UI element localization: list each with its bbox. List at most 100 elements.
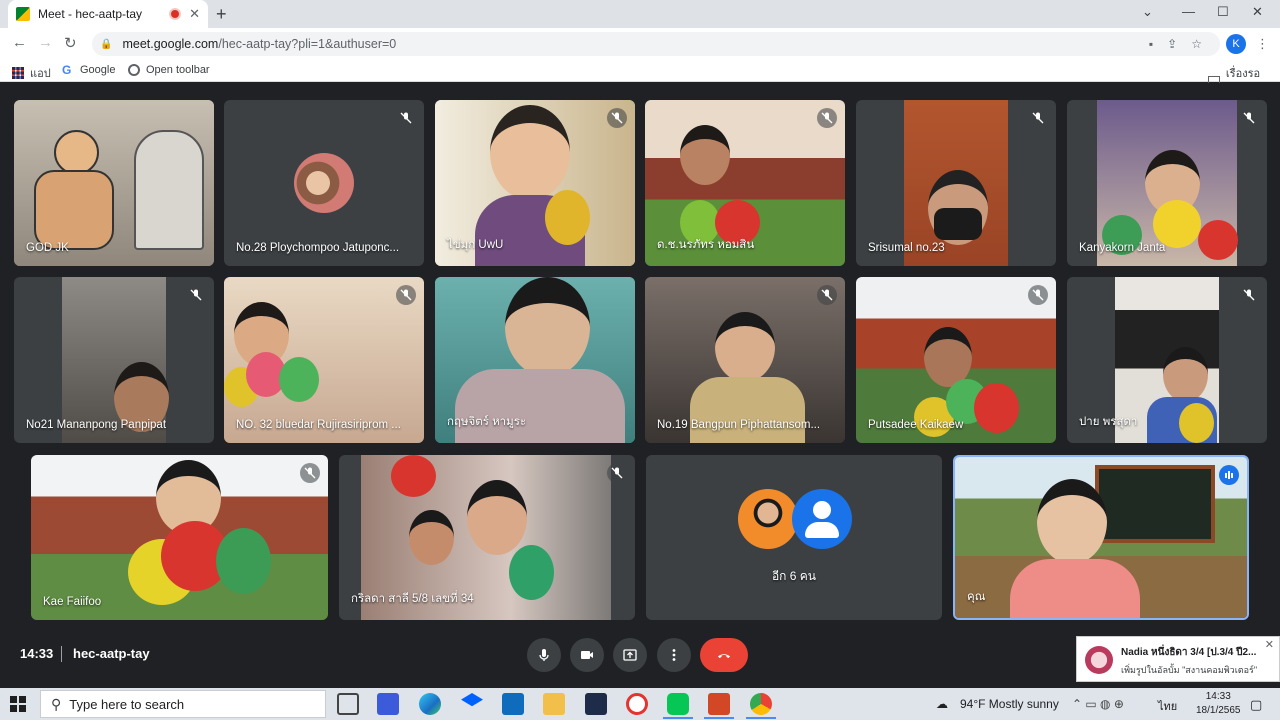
participant-name: กฤษจิตร์ หามูระ <box>447 416 527 428</box>
chrome-menu-icon[interactable]: ⋮ <box>1256 36 1269 52</box>
participant-face <box>467 480 527 555</box>
participant-name: NO. 32 bluedar Rujirasiriprom ... <box>236 419 401 431</box>
participant-tile[interactable]: Kanyakorn Janta <box>1067 100 1267 266</box>
windows-start-icon[interactable] <box>10 696 26 712</box>
app-icon[interactable] <box>626 693 648 715</box>
back-icon[interactable]: ← <box>12 34 27 51</box>
green-paddle <box>509 545 554 600</box>
address-toolbar: ← → ↻ 🔒 meet.google.com/hec-aatp-tay?pli… <box>0 28 1280 60</box>
profile-avatar[interactable]: K <box>1226 34 1246 54</box>
taskbar-search[interactable]: ⚲ Type here to search <box>40 690 326 718</box>
active-app-indicator <box>704 717 734 719</box>
browser-tab[interactable]: Meet - hec-aatp-tay ✕ <box>8 0 208 28</box>
present-button[interactable] <box>613 638 647 672</box>
participant-avatar <box>294 153 354 213</box>
bookmark-apps[interactable]: แอป <box>12 64 51 82</box>
more-options-button[interactable] <box>657 638 691 672</box>
line-notification[interactable]: Nadia หนึ่งธิดา 3/4 [ป.3/4 ปี2... เพิ่มร… <box>1076 636 1280 682</box>
minimize-icon[interactable]: — <box>1182 4 1195 19</box>
maximize-icon[interactable]: ☐ <box>1217 4 1229 20</box>
child-face <box>409 510 454 565</box>
participant-tile[interactable]: No21 Mananpong Panpipat <box>14 277 214 443</box>
end-call-icon <box>718 654 730 658</box>
participant-tile[interactable]: กริลดา สาลี 5/8 เลขที่ 34 <box>339 455 635 620</box>
store-icon[interactable] <box>377 693 399 715</box>
input-language[interactable]: ไทย <box>1158 697 1177 715</box>
participant-tile[interactable]: Kae Faiifoo <box>31 455 328 620</box>
yellow-paddle <box>1179 403 1214 443</box>
mic-off-icon <box>607 108 627 128</box>
mic-off-icon <box>817 285 837 305</box>
participant-tile[interactable]: No.19 Bangpun Piphattansom... <box>645 277 845 443</box>
tab-strip: Meet - hec-aatp-tay ✕ + ⌄ — ☐ ✕ <box>0 0 1280 28</box>
participant-tile[interactable]: Srisumal no.23 <box>856 100 1056 266</box>
system-clock[interactable]: 14:33 18/1/2565 <box>1196 690 1241 718</box>
participant-name: ไข่มุก UwU <box>447 239 504 251</box>
participant-tile[interactable]: ปาย พรสุดา <box>1067 277 1267 443</box>
leave-call-button[interactable] <box>700 638 748 672</box>
participant-name: คุณ <box>967 591 986 603</box>
reload-icon[interactable]: ↻ <box>64 34 77 52</box>
visual-studio-icon[interactable] <box>585 693 607 715</box>
task-view-icon[interactable] <box>337 693 359 715</box>
chrome-icon[interactable] <box>750 693 772 715</box>
participant-tile[interactable]: NO. 32 bluedar Rujirasiriprom ... <box>224 277 424 443</box>
weather-icon[interactable]: ☁ <box>936 697 948 711</box>
powerpoint-icon[interactable] <box>708 693 730 715</box>
new-tab-button[interactable]: + <box>216 4 227 25</box>
participant-face <box>1037 479 1107 564</box>
cartoon-face <box>54 130 99 175</box>
tab-close-icon[interactable]: ✕ <box>189 6 200 22</box>
mic-off-icon <box>396 108 416 128</box>
camera-button[interactable] <box>570 638 604 672</box>
meeting-time: 14:33 <box>20 646 54 661</box>
mic-off-icon <box>817 108 837 128</box>
clock-date: 18/1/2565 <box>1196 705 1241 716</box>
lock-icon[interactable]: 🔒 <box>100 39 112 50</box>
bookmark-open-toolbar[interactable]: Open toolbar <box>128 64 210 76</box>
participant-tile[interactable]: No.28 Ploychompoo Jatuponc... <box>224 100 424 266</box>
speaking-indicator-icon <box>1219 465 1239 485</box>
bookmark-google[interactable]: G Google <box>62 64 115 76</box>
face-mask <box>934 208 982 240</box>
file-explorer-icon[interactable] <box>543 693 565 715</box>
active-app-indicator <box>746 717 776 719</box>
participant-name: ปาย พรสุดา <box>1079 416 1138 428</box>
tray-icons[interactable]: ⌃ ▭ ◍ ⊕ <box>1072 697 1124 711</box>
others-tile[interactable]: อีก 6 คน <box>646 455 942 620</box>
url-bar[interactable]: 🔒 meet.google.com/hec-aatp-tay?pli=1&aut… <box>92 32 1220 56</box>
participant-tile[interactable]: ไข่มุก UwU <box>435 100 635 266</box>
close-window-icon[interactable]: ✕ <box>1252 4 1263 20</box>
participant-tile[interactable]: GOD JK <box>14 100 214 266</box>
camera-icon <box>581 651 593 659</box>
participant-name: Putsadee Kaikaew <box>868 419 964 431</box>
participant-tile[interactable]: กฤษจิตร์ หามูระ <box>435 277 635 443</box>
edge-icon[interactable] <box>419 693 441 715</box>
participant-face <box>490 105 570 200</box>
self-tile[interactable]: คุณ <box>953 455 1249 620</box>
participant-name: No.19 Bangpun Piphattansom... <box>657 419 821 431</box>
bookmark-label: Open toolbar <box>146 64 210 76</box>
search-placeholder: Type here to search <box>69 696 185 712</box>
participant-body <box>455 369 625 443</box>
mail-icon[interactable] <box>502 693 524 715</box>
participant-face <box>680 125 730 185</box>
mic-off-icon <box>1239 285 1259 305</box>
line-icon[interactable] <box>667 693 689 715</box>
microphone-button[interactable] <box>527 638 561 672</box>
tombstone-shape <box>134 130 204 250</box>
notification-close-icon[interactable]: ✕ <box>1265 638 1274 651</box>
tab-search-icon[interactable]: ⌄ <box>1142 4 1153 20</box>
notification-body: เพิ่มรูปในอัลบั้ม "สงานคอมพิวเตอร์" <box>1121 665 1258 675</box>
participant-name: No.28 Ploychompoo Jatuponc... <box>236 242 400 254</box>
participant-tile[interactable]: ด.ช.นรภัทร หอมสิน <box>645 100 845 266</box>
omnibox-actions[interactable]: ▪⇪☆ <box>1149 37 1216 51</box>
dropbox-icon[interactable] <box>461 693 483 707</box>
forward-icon[interactable]: → <box>38 34 53 51</box>
participant-name: ด.ช.นรภัทร หอมสิน <box>657 239 755 251</box>
weather-text[interactable]: 94°F Mostly sunny <box>960 697 1059 711</box>
participant-tile[interactable]: Putsadee Kaikaew <box>856 277 1056 443</box>
recording-icon <box>171 10 180 18</box>
notification-center-icon[interactable]: ▢ <box>1250 697 1262 713</box>
mic-off-icon <box>300 463 320 483</box>
